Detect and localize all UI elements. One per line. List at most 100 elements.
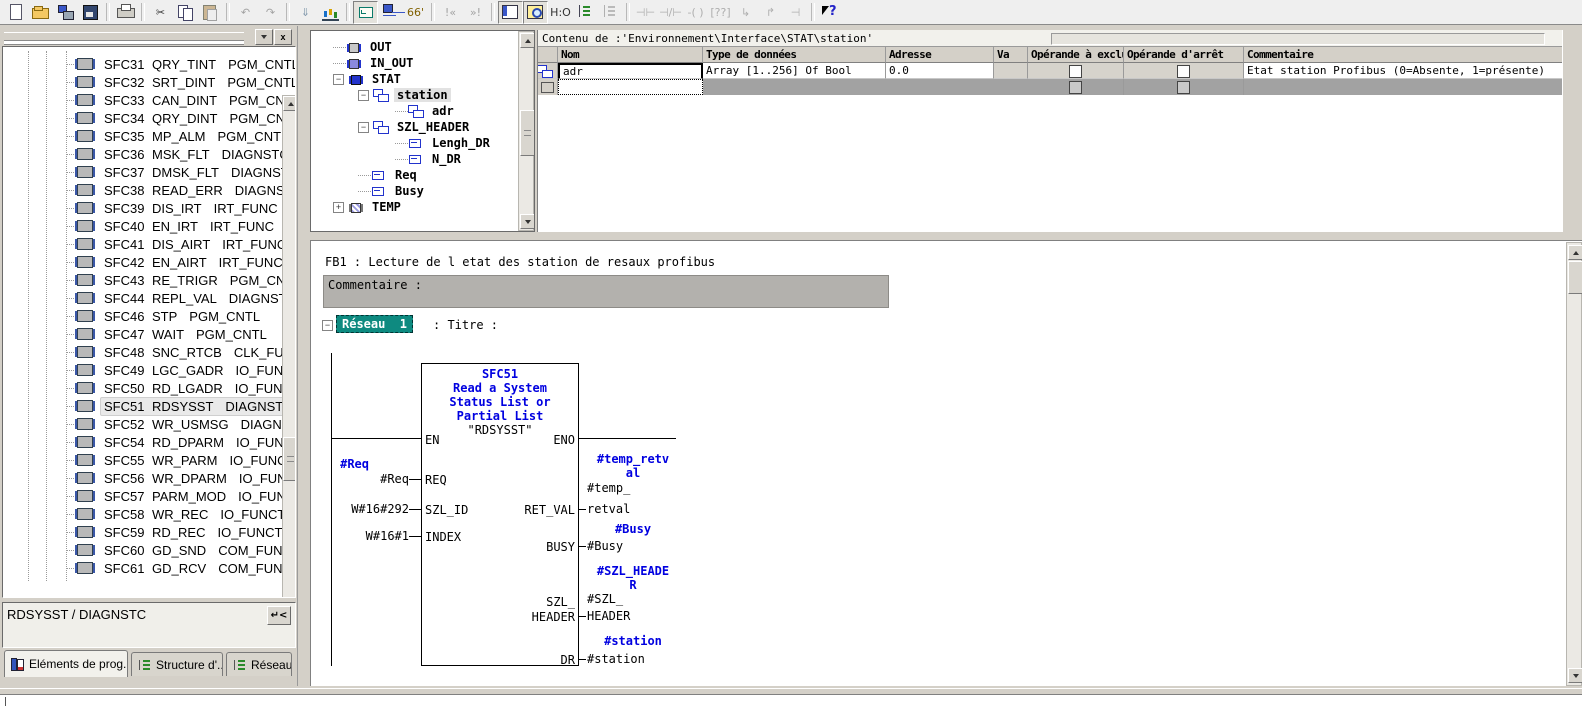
copy-button[interactable] — [173, 1, 198, 24]
save-button[interactable] — [78, 1, 103, 24]
declaration-item[interactable]: −station — [311, 87, 516, 103]
sfc-tree-item[interactable]: SFC56WR_DPARMIO_FUNCT — [3, 469, 275, 487]
insert-element-button[interactable]: ↵< — [267, 606, 291, 625]
scroll-up-button[interactable] — [283, 96, 296, 111]
stop-checkbox[interactable] — [1177, 81, 1190, 94]
sfc-tree-item[interactable]: SFC43RE_TRIGRPGM_CNTL — [3, 271, 275, 289]
scroll-down-button[interactable] — [520, 214, 535, 229]
new-file-button[interactable] — [3, 1, 28, 24]
scroll-up-button[interactable] — [520, 33, 535, 48]
sfc-tree-item[interactable]: SFC52WR_USMSGDIAGNSTC — [3, 415, 275, 433]
network-title-suffix[interactable]: : Titre : — [433, 318, 498, 332]
declaration-scrollbar[interactable] — [518, 31, 534, 231]
sfc51-block[interactable]: SFC51 Read a System Status List or Parti… — [421, 363, 579, 666]
sfc-tree-item[interactable]: SFC55WR_PARMIO_FUNCT — [3, 451, 275, 469]
declaration-item[interactable]: N_DR — [311, 151, 516, 167]
sfc-tree-item[interactable]: SFC51RDSYSSTDIAGNSTC — [3, 397, 275, 415]
cell-adresse[interactable]: 0.0 — [886, 63, 994, 79]
expand-icon[interactable]: + — [333, 202, 344, 213]
exclude-checkbox[interactable] — [1069, 65, 1082, 78]
req-operand[interactable]: #Req — [317, 472, 409, 486]
declaration-item[interactable]: Busy — [311, 183, 516, 199]
symbolic-representation-button[interactable] — [378, 1, 403, 24]
row-header-cell[interactable] — [538, 63, 558, 79]
szl-header-operand[interactable]: #SZL_ — [587, 592, 623, 606]
sfc-tree-item[interactable]: SFC35MP_ALMPGM_CNTL — [3, 127, 275, 145]
declaration-item[interactable]: Lengh_DR — [311, 135, 516, 151]
column-header-adresse[interactable]: Adresse — [886, 47, 994, 63]
index-operand[interactable]: W#16#1 — [317, 529, 409, 543]
open-station-button[interactable] — [53, 1, 78, 24]
sfc-tree-item[interactable]: SFC50RD_LGADRIO_FUNCT — [3, 379, 275, 397]
sfc-tree-item[interactable]: SFC46STPPGM_CNTL — [3, 307, 275, 325]
szl-id-operand[interactable]: W#16#292 — [317, 502, 409, 516]
declaration-item[interactable]: +TEMP — [311, 199, 516, 215]
output-pane-grip[interactable] — [5, 697, 8, 706]
declaration-item[interactable]: −SZL_HEADER — [311, 119, 516, 135]
cell-nom-empty[interactable] — [558, 79, 703, 95]
sfc-tree-item[interactable]: SFC34QRY_DINTPGM_CNTL — [3, 109, 275, 127]
cell-nom[interactable]: adr — [558, 63, 703, 79]
szl-header-operand[interactable]: HEADER — [587, 609, 630, 623]
tab-program-elements[interactable]: Eléments de prog... — [4, 650, 128, 677]
context-help-button[interactable] — [818, 1, 843, 24]
tree-vertical-scrollbar[interactable] — [282, 95, 296, 598]
collapse-icon[interactable]: − — [333, 74, 344, 85]
block-comment-box[interactable]: Commentaire : — [323, 275, 889, 308]
sfc-tree-item[interactable]: SFC39DIS_IRTIRT_FUNC — [3, 199, 275, 217]
declaration-item[interactable]: IN_OUT — [311, 55, 516, 71]
column-header-va[interactable]: Va — [994, 47, 1028, 63]
column-header-nom[interactable]: Nom — [558, 47, 703, 63]
column-header-operande-exclure[interactable]: Opérande à exclure — [1028, 47, 1124, 63]
scrollbar-thumb[interactable] — [520, 110, 535, 156]
sfc-tree-item[interactable]: SFC59RD_RECIO_FUNCT — [3, 523, 275, 541]
sfc-tree-item[interactable]: SFC38READ_ERRDIAGNSTC — [3, 181, 275, 199]
row-header-cell[interactable] — [538, 79, 558, 95]
network-label[interactable]: Réseau 1 — [336, 315, 413, 333]
tab-networks[interactable]: Réseaux — [226, 652, 292, 676]
cell-commentaire[interactable]: Etat station Profibus (0=Absente, 1=prés… — [1244, 63, 1563, 79]
panel-grip[interactable] — [4, 32, 244, 41]
collapse-icon[interactable]: − — [358, 90, 369, 101]
tab-call-structure[interactable]: Structure d'... — [131, 652, 223, 676]
sfc-tree-item[interactable]: SFC42EN_AIRTIRT_FUNC — [3, 253, 275, 271]
declaration-item[interactable]: −STAT — [311, 71, 516, 87]
open-file-button[interactable] — [28, 1, 53, 24]
collapse-icon[interactable]: − — [358, 122, 369, 133]
panel-dropdown-button[interactable] — [255, 29, 273, 45]
sfc-tree-item[interactable]: SFC49LGC_GADRIO_FUNCT — [3, 361, 275, 379]
detail-view-toggle-button[interactable] — [523, 1, 548, 24]
sfc-tree-item[interactable]: SFC37DMSK_FLTDIAGNSTC — [3, 163, 275, 181]
panel-titlebar[interactable]: x — [2, 28, 295, 44]
column-header-commentaire[interactable]: Commentaire — [1244, 47, 1563, 63]
sfc-tree-item[interactable]: SFC48SNC_RTCBCLK_FUNC — [3, 343, 275, 361]
editor-vertical-scrollbar[interactable] — [1566, 242, 1582, 686]
declaration-item[interactable]: OUT — [311, 39, 516, 55]
exclude-checkbox[interactable] — [1069, 81, 1082, 94]
stop-checkbox[interactable] — [1177, 65, 1190, 78]
scrollbar-thumb[interactable] — [1568, 261, 1582, 294]
sfc-tree-item[interactable]: SFC36MSK_FLTDIAGNSTC — [3, 145, 275, 163]
ret-val-operand[interactable]: retval — [587, 502, 630, 516]
sfc-tree-item[interactable]: SFC31QRY_TINTPGM_CNTL — [3, 55, 275, 73]
cut-button[interactable]: ✂ — [148, 1, 173, 24]
sfc-tree-item[interactable]: SFC40EN_IRTIRT_FUNC — [3, 217, 275, 235]
sfc-tree-item[interactable]: SFC47WAITPGM_CNTL — [3, 325, 275, 343]
scroll-down-button[interactable] — [1568, 668, 1582, 683]
print-button[interactable] — [113, 1, 138, 24]
busy-operand[interactable]: #Busy — [587, 539, 623, 553]
column-header-type[interactable]: Type de données — [703, 47, 886, 63]
comment-toggle-button[interactable] — [353, 1, 378, 24]
symbol-info-toggle-button[interactable]: H:O — [548, 1, 573, 24]
panel-close-button[interactable]: x — [274, 29, 292, 45]
overview-toggle-button[interactable] — [498, 1, 523, 24]
sfc-tree-item[interactable]: SFC54RD_DPARMIO_FUNCT — [3, 433, 275, 451]
sfc-tree-item[interactable]: SFC44REPL_VALDIAGNSTC — [3, 289, 275, 307]
dr-operand[interactable]: #station — [587, 652, 645, 666]
declaration-item[interactable]: Req — [311, 167, 516, 183]
scroll-up-button[interactable] — [1568, 245, 1582, 260]
sfc-tree-item[interactable]: SFC61GD_RCVCOM_FUNC — [3, 559, 275, 577]
declaration-item[interactable]: adr — [311, 103, 516, 119]
program-structure-button[interactable] — [573, 1, 598, 24]
monitor-button[interactable] — [318, 1, 343, 24]
